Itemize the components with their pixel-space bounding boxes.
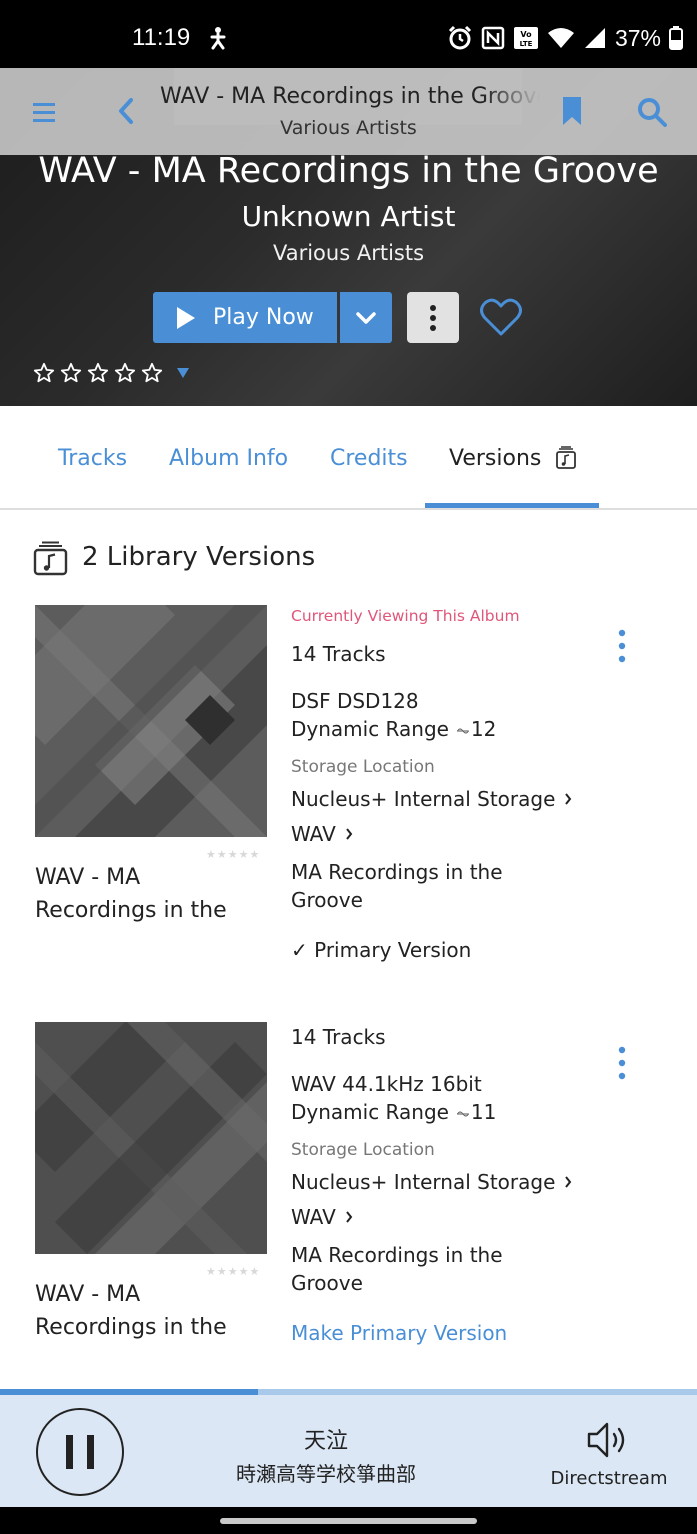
storage-link-folder[interactable]: WAV — [291, 1205, 353, 1229]
play-options-dropdown-button[interactable] — [340, 292, 392, 343]
version-album-name[interactable]: WAV - MA Recordings in the — [35, 1278, 265, 1344]
version-album-name[interactable]: WAV - MA Recordings in the — [35, 861, 265, 927]
svg-text:LTE: LTE — [520, 40, 533, 48]
battery-icon — [669, 26, 683, 50]
library-versions-heading: 2 Library Versions — [82, 542, 316, 572]
more-options-button[interactable] — [407, 292, 459, 343]
album-rating-stars[interactable] — [33, 362, 163, 384]
dynamic-range-value: 11 — [470, 1100, 497, 1124]
version-track-count: 14 Tracks — [291, 642, 386, 666]
dynamic-range-icon: ⏦ — [455, 721, 470, 741]
storage-subfolder[interactable]: MA Recordings in the Groove — [291, 858, 541, 914]
version-format: WAV 44.1kHz 16bit — [291, 1072, 482, 1096]
tab-versions[interactable]: Versions — [449, 446, 541, 471]
version-dynamic-range: Dynamic Range ⏦11 — [291, 1100, 496, 1124]
signal-icon — [584, 28, 605, 48]
chevron-right-icon — [345, 828, 353, 840]
currently-viewing-note: Currently Viewing This Album — [291, 607, 520, 625]
star-icon[interactable] — [141, 362, 163, 384]
album-artist-secondary: Various Artists — [272, 241, 425, 265]
storage-link-device[interactable]: Nucleus+ Internal Storage — [291, 1170, 572, 1194]
accessibility-icon — [210, 27, 226, 50]
alarm-icon — [448, 25, 472, 50]
rating-dropdown-caret-icon[interactable] — [177, 368, 189, 378]
storage-location-label: Storage Location — [291, 1140, 435, 1160]
status-time: 11:19 — [132, 24, 191, 51]
version-track-count: 14 Tracks — [291, 1025, 386, 1049]
nfc-icon — [481, 26, 505, 50]
battery-percent: 37% — [614, 24, 661, 51]
version-dynamic-range: Dynamic Range ⏦12 — [291, 717, 496, 741]
status-icons: Vo LTE 37% — [447, 22, 683, 54]
album-art[interactable] — [35, 1022, 267, 1254]
version-more-options-icon[interactable] — [612, 629, 632, 663]
tab-album-info[interactable]: Album Info — [169, 446, 288, 471]
storage-device-label: Nucleus+ Internal Storage — [291, 1170, 556, 1194]
library-versions-icon — [556, 446, 576, 469]
version-format: DSF DSD128 — [291, 689, 419, 713]
storage-location-label: Storage Location — [291, 757, 435, 777]
chevron-right-icon — [345, 1211, 353, 1223]
star-icon[interactable] — [114, 362, 136, 384]
primary-version-note: ✓ Primary Version — [291, 938, 472, 962]
favorite-heart-icon[interactable] — [479, 296, 523, 338]
storage-subfolder[interactable]: MA Recordings in the Groove — [291, 1241, 541, 1297]
play-now-button[interactable]: Play Now — [153, 292, 337, 343]
star-icon[interactable] — [33, 362, 55, 384]
album-art[interactable] — [35, 605, 267, 837]
storage-folder-label: WAV — [291, 822, 336, 846]
storage-device-label: Nucleus+ Internal Storage — [291, 787, 556, 811]
dynamic-range-value: 12 — [470, 717, 497, 741]
make-primary-version-link[interactable]: Make Primary Version — [291, 1321, 507, 1345]
play-icon — [177, 306, 195, 329]
storage-link-device[interactable]: Nucleus+ Internal Storage — [291, 787, 572, 811]
album-title: WAV - MA Recordings in the Groove — [38, 151, 659, 191]
dynamic-range-icon: ⏦ — [455, 1104, 470, 1124]
play-now-label: Play Now — [213, 305, 314, 330]
now-playing-title[interactable]: 天泣 — [0, 1423, 652, 1455]
storage-folder-label: WAV — [291, 1205, 336, 1229]
output-zone-label[interactable]: Directstream — [550, 1468, 668, 1489]
top-bar-title: WAV - MA Recordings in the Groove — [160, 84, 540, 109]
star-icon[interactable] — [60, 362, 82, 384]
version-rating-stars[interactable]: ★★★★★ — [206, 848, 260, 861]
album-art-pattern — [35, 1022, 267, 1254]
top-app-bar — [0, 68, 697, 155]
version-more-options-icon[interactable] — [612, 1046, 632, 1080]
volte-icon: Vo LTE — [513, 27, 538, 49]
chevron-down-icon — [356, 311, 376, 324]
library-versions-heading-icon — [33, 541, 68, 576]
star-icon[interactable] — [87, 362, 109, 384]
vertical-dots-icon — [430, 304, 436, 331]
album-artist: Unknown Artist — [241, 200, 456, 233]
search-icon[interactable] — [636, 96, 668, 128]
album-tabs: Tracks Album Info Credits Versions — [0, 406, 697, 510]
storage-link-folder[interactable]: WAV — [291, 822, 353, 846]
svg-text:Vo: Vo — [520, 30, 532, 39]
dynamic-range-label: Dynamic Range — [291, 1100, 449, 1124]
status-bar: 11:19 Vo LTE 37% — [0, 0, 697, 68]
tab-tracks[interactable]: Tracks — [58, 446, 127, 471]
active-tab-indicator — [425, 503, 599, 508]
version-rating-stars[interactable]: ★★★★★ — [206, 1265, 260, 1278]
bookmark-icon[interactable] — [560, 96, 584, 126]
chevron-right-icon — [565, 793, 572, 805]
dynamic-range-label: Dynamic Range — [291, 717, 449, 741]
top-bar-subtitle: Various Artists — [280, 117, 417, 139]
chevron-right-icon — [565, 1176, 572, 1188]
tab-credits[interactable]: Credits — [330, 446, 408, 471]
wifi-icon — [547, 28, 574, 48]
gesture-handle[interactable] — [220, 1518, 477, 1524]
speaker-volume-icon[interactable] — [586, 1419, 632, 1461]
album-art-pattern — [35, 605, 267, 837]
